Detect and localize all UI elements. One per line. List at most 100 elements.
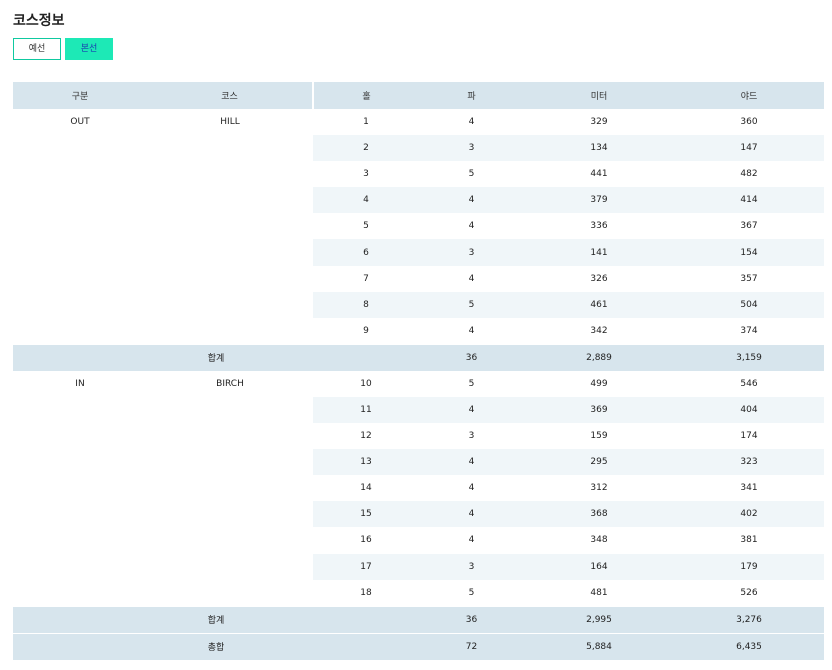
par-cell: 4 <box>468 483 475 494</box>
meter-cell: 336 <box>590 221 608 232</box>
course-info-table: 구분 코스 홀 파 미터 야드 OUT HILL 1 4 329 360 2 3 134 147 3… <box>13 82 824 660</box>
subtotal-par: 36 <box>419 343 524 371</box>
meter-cell: 134 <box>524 135 674 162</box>
total-label: 총합 <box>13 632 419 660</box>
par-cell: 3 <box>419 135 524 162</box>
subtotal-meter: 2,995 <box>524 605 674 634</box>
header-hole: 홀 <box>313 82 419 109</box>
yard-cell: 404 <box>674 396 824 424</box>
yard-cell: 341 <box>740 483 758 494</box>
hole-cell: 17 <box>313 553 419 580</box>
yard-cell: 546 <box>740 378 758 389</box>
yard-cell: 402 <box>674 501 824 528</box>
header-course: 코스 <box>147 82 314 109</box>
hole-cell: 2 <box>313 135 419 162</box>
meter-cell: 348 <box>590 535 608 546</box>
yard-cell: 414 <box>674 187 824 214</box>
meter-cell: 461 <box>524 291 674 318</box>
par-cell: 3 <box>419 553 524 580</box>
par-cell: 4 <box>468 273 475 284</box>
subtotal-par: 36 <box>419 605 524 634</box>
yard-cell: 374 <box>740 325 758 336</box>
yard-cell: 179 <box>674 553 824 580</box>
header-yard: 야드 <box>674 82 824 109</box>
par-cell: 4 <box>468 325 475 336</box>
table-body: OUT HILL 1 4 329 360 2 3 134 147 3 5 441 482 4 4 379 414 5… <box>13 109 824 660</box>
par-cell: 3 <box>468 431 475 442</box>
total-row: 총합 72 5,884 6,435 <box>13 632 824 660</box>
meter-cell: 312 <box>590 483 608 494</box>
subtotal-yard: 3,159 <box>674 343 824 371</box>
meter-cell: 295 <box>524 449 674 476</box>
yard-cell: 357 <box>740 273 758 284</box>
header-meter: 미터 <box>524 82 674 109</box>
table-row: OUT HILL 1 4 329 360 <box>13 109 824 345</box>
hole-cell: 4 <box>313 187 419 214</box>
hole-cell: 7 <box>363 273 369 284</box>
hole-cell: 11 <box>313 396 419 424</box>
par-cell: 4 <box>468 535 475 546</box>
hole-cell: 6 <box>313 239 419 266</box>
header-division: 구분 <box>13 82 147 109</box>
par-cell: 4 <box>419 396 524 424</box>
hole-cell: 1 <box>363 117 369 128</box>
yard-cell: 482 <box>740 169 758 180</box>
par-cell: 4 <box>419 449 524 476</box>
meter-cell: 369 <box>524 396 674 424</box>
yard-cell: 323 <box>674 449 824 476</box>
hole-cell: 8 <box>313 291 419 318</box>
course-cell: BIRCH <box>147 370 313 607</box>
yard-cell: 154 <box>674 239 824 266</box>
meter-cell: 379 <box>524 187 674 214</box>
meter-cell: 329 <box>590 117 608 128</box>
meter-cell: 499 <box>590 378 608 389</box>
total-par: 72 <box>419 632 524 660</box>
hole-cell: 18 <box>360 587 372 598</box>
yard-cell: 360 <box>740 117 758 128</box>
meter-cell: 481 <box>590 587 608 598</box>
hole-cell: 13 <box>313 449 419 476</box>
subtotal-row: 합계 36 2,889 3,159 <box>13 343 824 371</box>
subtotal-label: 합계 <box>13 605 419 634</box>
meter-cell: 342 <box>590 325 608 336</box>
course-cell: HILL <box>147 109 313 345</box>
division-cell: IN <box>13 370 147 607</box>
yard-cell: 367 <box>740 221 758 232</box>
total-yard: 6,435 <box>674 632 824 660</box>
subtotal-yard: 3,276 <box>674 605 824 634</box>
hole-cell: 5 <box>363 221 369 232</box>
par-cell: 4 <box>468 117 475 128</box>
hole-cell: 3 <box>363 169 369 180</box>
meter-cell: 159 <box>590 431 608 442</box>
subtotal-meter: 2,889 <box>524 343 674 371</box>
yard-cell: 526 <box>740 587 758 598</box>
par-cell: 5 <box>468 587 475 598</box>
yard-cell: 174 <box>740 431 758 442</box>
par-cell: 5 <box>419 291 524 318</box>
yard-cell: 147 <box>674 135 824 162</box>
page-title: 코스정보 <box>13 13 65 30</box>
par-cell: 4 <box>468 221 475 232</box>
round-tabs: 예선 본선 <box>13 38 113 60</box>
yard-cell: 504 <box>674 291 824 318</box>
hole-cell: 14 <box>360 483 372 494</box>
par-cell: 5 <box>468 378 475 389</box>
total-meter: 5,884 <box>524 632 674 660</box>
table-row: IN BIRCH 10 5 499 546 <box>13 370 824 607</box>
par-cell: 3 <box>419 239 524 266</box>
table-header-row: 구분 코스 홀 파 미터 야드 <box>13 82 824 109</box>
meter-cell: 441 <box>590 169 608 180</box>
hole-cell: 15 <box>313 501 419 528</box>
subtotal-label: 합계 <box>13 343 419 371</box>
tab-final[interactable]: 본선 <box>65 38 113 60</box>
meter-cell: 164 <box>524 553 674 580</box>
hole-cell: 10 <box>360 378 372 389</box>
par-cell: 5 <box>468 169 475 180</box>
tab-qualifier[interactable]: 예선 <box>13 38 61 60</box>
hole-cell: 16 <box>360 535 372 546</box>
par-cell: 4 <box>419 187 524 214</box>
meter-cell: 368 <box>524 501 674 528</box>
subtotal-row: 합계 36 2,995 3,276 <box>13 605 824 634</box>
meter-cell: 326 <box>590 273 608 284</box>
division-cell: OUT <box>13 109 147 345</box>
